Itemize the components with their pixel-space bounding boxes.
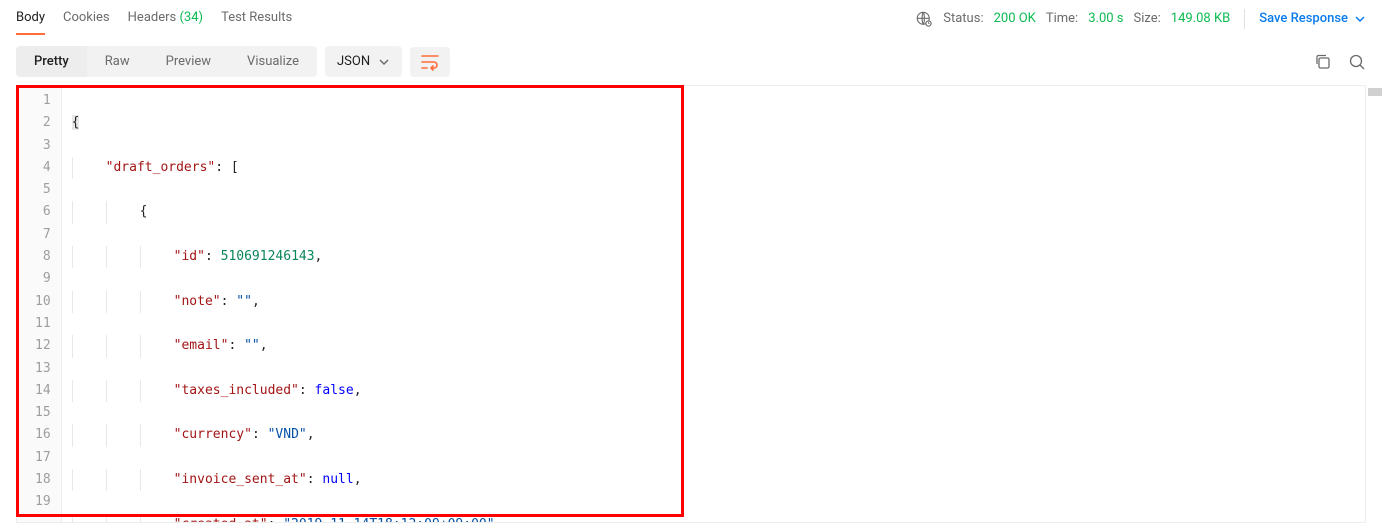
chevron-down-icon xyxy=(1354,13,1366,25)
view-tab-pretty[interactable]: Pretty xyxy=(16,46,87,77)
chevron-down-icon xyxy=(378,56,390,68)
time-value: 3.00 s xyxy=(1088,11,1123,26)
status-value: 200 OK xyxy=(994,11,1036,26)
wrap-icon xyxy=(420,53,440,71)
tab-headers-label: Headers xyxy=(128,10,177,25)
save-response-button[interactable]: Save Response xyxy=(1259,11,1366,26)
size-label: Size: xyxy=(1134,11,1161,26)
status-label: Status: xyxy=(943,11,983,26)
tab-test-results[interactable]: Test Results xyxy=(221,2,292,35)
size-value: 149.08 KB xyxy=(1171,11,1230,26)
format-select-label: JSON xyxy=(337,54,370,69)
divider xyxy=(1244,9,1245,29)
code-editor[interactable]: 12345678910111213141516171819 { "draft_o… xyxy=(16,85,1366,523)
line-gutter: 12345678910111213141516171819 xyxy=(17,86,62,522)
view-tab-raw[interactable]: Raw xyxy=(87,46,148,77)
tab-cookies[interactable]: Cookies xyxy=(63,2,110,35)
format-select[interactable]: JSON xyxy=(325,46,402,77)
minimap-indicator xyxy=(1368,88,1382,96)
view-tab-visualize[interactable]: Visualize xyxy=(229,46,317,77)
view-tab-preview[interactable]: Preview xyxy=(148,46,229,77)
time-label: Time: xyxy=(1046,11,1078,26)
save-response-label: Save Response xyxy=(1259,11,1348,26)
search-button[interactable] xyxy=(1348,53,1366,71)
tab-body[interactable]: Body xyxy=(16,2,45,35)
headers-count: (34) xyxy=(179,10,203,25)
search-icon xyxy=(1348,53,1366,71)
code-content: { "draft_orders": [ { "id": 510691246143… xyxy=(62,86,1365,522)
wrap-line-button[interactable] xyxy=(410,47,450,77)
tab-headers[interactable]: Headers (34) xyxy=(128,2,203,35)
globe-icon xyxy=(915,10,933,28)
copy-button[interactable] xyxy=(1314,53,1332,71)
copy-icon xyxy=(1314,53,1332,71)
